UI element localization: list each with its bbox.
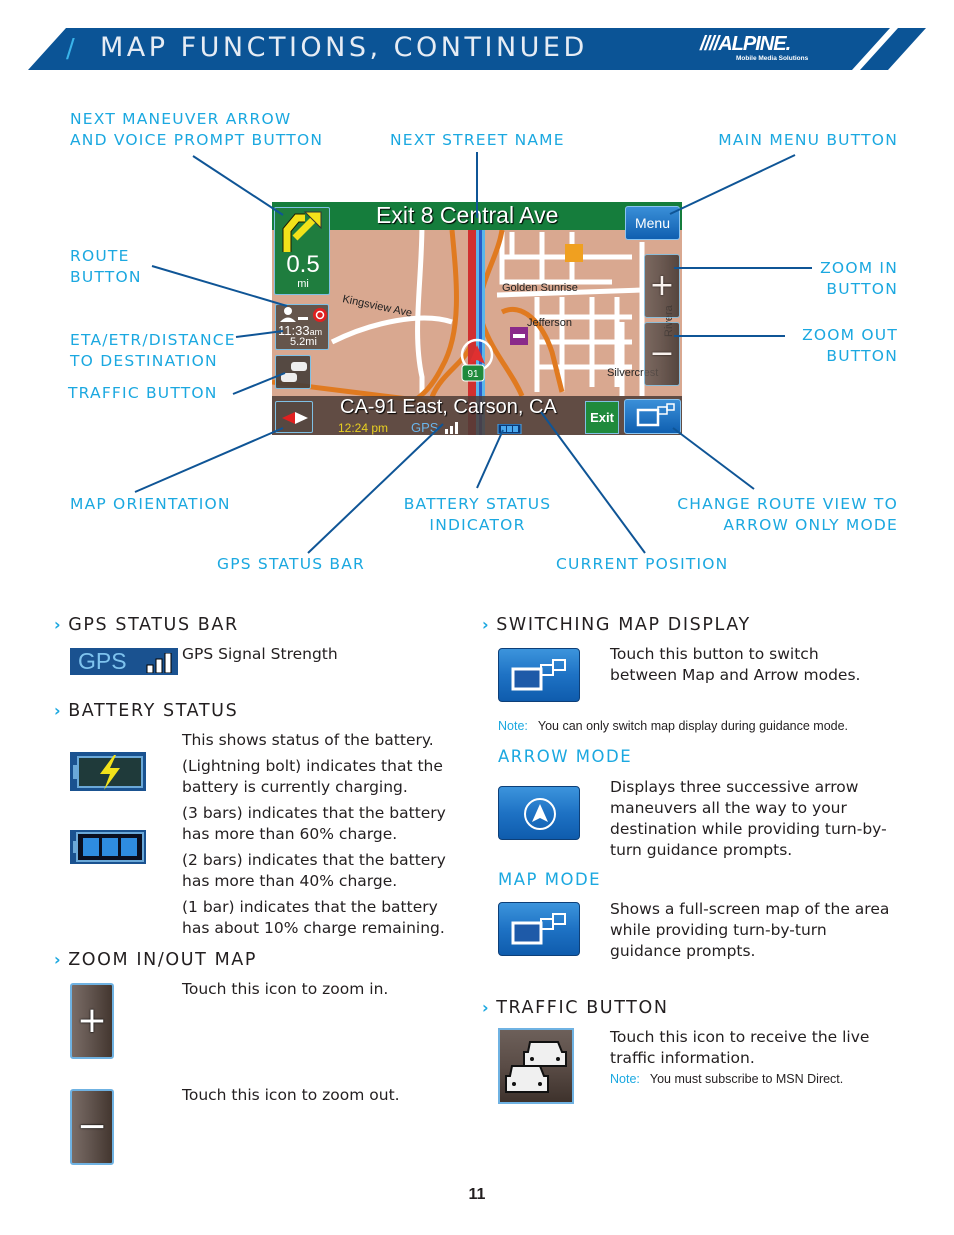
section-heading-map-mode: MAP MODE	[498, 870, 602, 889]
switching-note: Note: You can only switch map display dur…	[498, 719, 848, 733]
zoom-in-icon: +	[70, 983, 114, 1059]
battery-description: This shows status of the battery. (Light…	[182, 730, 462, 939]
note-text: You can only switch map display during g…	[537, 719, 849, 733]
gps-description: GPS Signal Strength	[182, 645, 338, 663]
heading-text: TRAFFIC BUTTON	[496, 998, 669, 1018]
gps-icon-label: GPS	[78, 648, 127, 674]
heading-text: GPS STATUS BAR	[68, 615, 239, 635]
chevron-right-icon: ›	[54, 701, 63, 720]
lightning-bolt-icon	[73, 755, 143, 790]
heading-text: SWITCHING MAP DISPLAY	[496, 615, 751, 635]
traffic-button-icon	[498, 1028, 574, 1104]
battery-charging-icon	[70, 752, 146, 791]
chevron-right-icon: ›	[482, 998, 491, 1017]
switching-description: Touch this button to switch between Map …	[610, 645, 861, 684]
arrow-mode-description: Displays three successive arrow maneuver…	[610, 778, 887, 859]
switch-display-icon	[498, 648, 580, 702]
section-heading-battery: › BATTERY STATUS	[54, 701, 238, 721]
battery-line: (2 bars) indicates that the battery has …	[182, 851, 446, 890]
battery-full-icon	[70, 830, 146, 864]
zoom-in-description: Touch this icon to zoom in.	[182, 980, 389, 998]
map-mode-description: Shows a full-screen map of the area whil…	[610, 900, 890, 960]
battery-line: (1 bar) indicates that the battery has a…	[182, 898, 445, 937]
heading-text: ZOOM IN/OUT MAP	[68, 950, 258, 970]
note-label: Note:	[610, 1072, 640, 1086]
section-heading-switching: › SWITCHING MAP DISPLAY	[482, 615, 751, 635]
zoom-out-description: Touch this icon to zoom out.	[182, 1086, 400, 1104]
traffic-note: Note: You must subscribe to MSN Direct.	[610, 1072, 843, 1086]
arrow-mode-icon	[498, 786, 580, 840]
traffic-cars-icon	[505, 1041, 567, 1093]
section-heading-arrow-mode: ARROW MODE	[498, 747, 633, 766]
page-number: 11	[468, 1186, 486, 1203]
heading-text: BATTERY STATUS	[68, 701, 239, 721]
map-mode-icon	[498, 902, 580, 956]
battery-line: This shows status of the battery.	[182, 731, 434, 749]
battery-line: (Lightning bolt) indicates that the batt…	[182, 757, 443, 796]
zoom-out-icon: −	[70, 1089, 114, 1165]
traffic-description: Touch this icon to receive the live traf…	[610, 1028, 870, 1067]
plus-icon: +	[76, 1000, 108, 1041]
view-toggle-icon	[511, 659, 566, 691]
chevron-right-icon: ›	[482, 615, 491, 634]
note-text: You must subscribe to MSN Direct.	[649, 1072, 844, 1086]
gps-status-bar-icon: GPS	[70, 648, 178, 675]
section-heading-traffic: › TRAFFIC BUTTON	[482, 998, 669, 1018]
chevron-right-icon: ›	[54, 950, 63, 969]
section-heading-gps: › GPS STATUS BAR	[54, 615, 239, 635]
callout-leader-lines	[134, 152, 812, 554]
note-label: Note:	[498, 719, 528, 733]
signal-bars-icon	[146, 653, 172, 673]
navigation-arrow-icon	[524, 798, 556, 830]
view-toggle-icon	[511, 913, 566, 945]
minus-icon: −	[76, 1106, 108, 1147]
section-heading-zoom: › ZOOM IN/OUT MAP	[54, 950, 257, 970]
battery-line: (3 bars) indicates that the battery has …	[182, 804, 446, 843]
battery-three-bars-icon	[73, 832, 144, 862]
chevron-right-icon: ›	[54, 615, 63, 634]
